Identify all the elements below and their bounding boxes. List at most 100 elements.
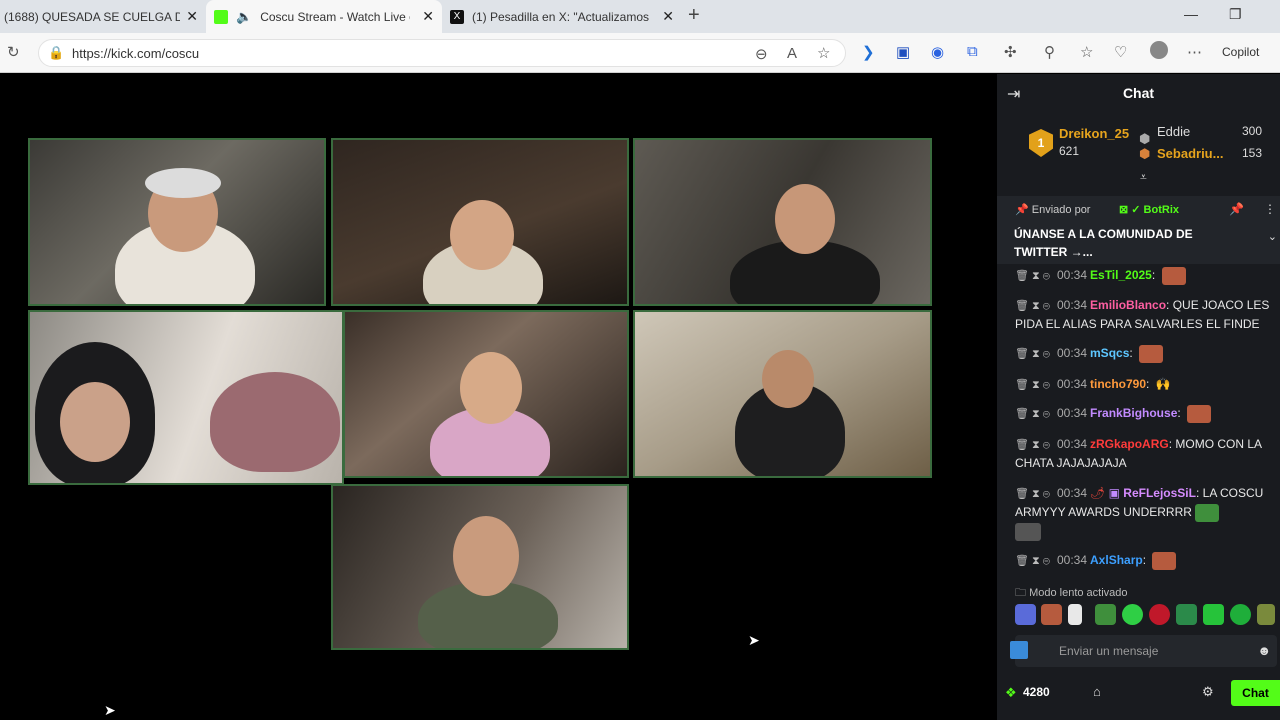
chat-message: 🗑 ⧗ ⊜ 00:34 tincho790: 🙌 <box>1015 377 1171 391</box>
tab-title: Coscu Stream - Watch Live o <box>260 9 411 24</box>
extension-icon[interactable]: ⧉ <box>967 43 978 60</box>
puzzle-icon[interactable]: ✣ <box>1004 43 1017 61</box>
url-box[interactable]: 🔒 https://kick.com/coscu ⊖ A ☆ <box>38 39 846 67</box>
more-icon[interactable]: ⋮ <box>1264 202 1276 216</box>
camera-feed <box>633 138 932 306</box>
badge-icon: 🌶 <box>1090 486 1106 500</box>
emote-icon[interactable] <box>1095 604 1116 625</box>
mod-actions-icon[interactable]: 🗑 ⧗ ⊜ <box>1015 439 1050 451</box>
close-icon[interactable]: ✕ <box>422 8 434 25</box>
chat-message: 🗑 ⧗ ⊜ 00:34 FrankBighouse: <box>1015 404 1280 423</box>
extension-icon[interactable]: ▣ <box>896 43 910 61</box>
favorites-icon[interactable]: ☆ <box>1080 43 1093 61</box>
tab-youtube[interactable]: (1688) QUESADA SE CUELGA DE M ✕ <box>0 0 206 33</box>
emote-icon <box>1161 266 1186 285</box>
emote-icon[interactable] <box>1068 604 1082 625</box>
gifter-name[interactable]: Eddie <box>1157 124 1190 139</box>
emote-icon[interactable] <box>1015 604 1036 625</box>
extension-icon[interactable]: ❯ <box>862 43 875 61</box>
lock-icon[interactable]: 🔒 <box>48 45 64 61</box>
mod-actions-icon[interactable]: 🗑 ⧗ ⊜ <box>1015 488 1050 500</box>
camera-feed <box>343 310 629 478</box>
address-bar: ↻ 🔒 https://kick.com/coscu ⊖ A ☆ ❯ ▣ ◉ ⧉… <box>0 33 1280 73</box>
chat-message: 🗑 ⧗ ⊜ 00:34 EmilioBlanco: QUE JOACO LES PI… <box>1015 298 1270 331</box>
gifter-count: 300 <box>1242 124 1263 138</box>
chat-message: 🗑 ⧗ ⊜ 00:34 AxlSharp: <box>1015 551 1280 570</box>
emoji-picker-icon[interactable]: ☻ <box>1257 643 1271 658</box>
expand-icon[interactable]: ⩡ <box>1140 170 1147 185</box>
favorite-star-icon[interactable]: ☆ <box>817 44 830 62</box>
video-player[interactable]: ➤ ➤ <box>0 74 997 720</box>
camera-feed <box>28 310 344 485</box>
mod-actions-icon[interactable]: 🗑 ⧗ ⊜ <box>1015 348 1050 360</box>
restore-icon[interactable]: ❐ <box>1229 6 1242 23</box>
bronze-badge-icon: ⬢ <box>1139 146 1151 161</box>
minimize-icon[interactable]: — <box>1184 6 1198 22</box>
camera-feed <box>633 310 932 478</box>
points-icon[interactable]: ❖ <box>1005 685 1017 701</box>
pinned-sent-by: 📌 Enviado por <box>1015 204 1091 216</box>
emote-icon[interactable] <box>1203 604 1224 625</box>
mod-actions-icon[interactable]: 🗑 ⧗ ⊜ <box>1015 408 1050 420</box>
gifter-count: 621 <box>1059 144 1080 158</box>
chat-footer: ❖ 4280 ⌂ ⚙ Chat <box>997 677 1280 711</box>
chat-input-box: ☻ <box>1015 635 1277 667</box>
chat-header: ⇥ Chat <box>997 74 1280 112</box>
more-icon[interactable]: ⋯ <box>1187 43 1202 61</box>
copilot-button[interactable]: Copilot <box>1222 45 1259 59</box>
tab-title: (1) Pesadilla en X: "Actualizamos <box>472 9 650 24</box>
store-icon[interactable]: ⌂ <box>1093 684 1101 699</box>
read-aloud-icon[interactable]: A <box>787 45 797 62</box>
mod-actions-icon[interactable]: 🗑 ⧗ ⊜ <box>1015 379 1050 391</box>
camera-feed <box>331 138 629 306</box>
refresh-icon[interactable]: ↻ <box>7 43 20 61</box>
close-icon[interactable]: ✕ <box>186 8 198 25</box>
chat-input[interactable] <box>1059 635 1249 667</box>
emote-icon[interactable] <box>1122 604 1143 625</box>
chat-message: 🗑 ⧗ ⊜ 00:34 mSqcs: <box>1015 344 1280 363</box>
tab-bar: (1688) QUESADA SE CUELGA DE M ✕ 🔈 Coscu … <box>0 0 1280 33</box>
pinned-text: ÚNANSE A LA COMUNIDAD DE TWITTER →... <box>1014 227 1193 259</box>
silver-badge-icon: ⬢ <box>1139 131 1151 146</box>
extension-icon[interactable]: ◉ <box>931 43 944 61</box>
emote-icon[interactable] <box>1176 604 1197 625</box>
mouse-cursor-icon: ➤ <box>748 632 760 648</box>
settings-gear-icon[interactable]: ⚙ <box>1202 684 1214 700</box>
gifter-name[interactable]: Dreikon_25 <box>1059 126 1129 141</box>
gifter-rank-badge: 1 <box>1029 129 1053 157</box>
chat-messages: 🗑 ⧗ ⊜ 00:34 EsTil_2025: 🗑 ⧗ ⊜ 00:34 EmilioBl… <box>997 264 1280 594</box>
tab-title: (1688) QUESADA SE CUELGA DE M <box>4 9 180 24</box>
emote-icon <box>1194 503 1219 522</box>
send-chat-button[interactable]: Chat <box>1231 680 1280 706</box>
chevron-down-icon[interactable]: ⌄ <box>1268 230 1277 243</box>
close-icon[interactable]: ✕ <box>662 8 674 25</box>
tab-x[interactable]: X (1) Pesadilla en X: "Actualizamos ✕ <box>442 0 682 33</box>
new-tab-button[interactable]: + <box>688 4 700 27</box>
pinned-user[interactable]: ⊠ ✓ BotRix <box>1119 203 1179 216</box>
slow-mode-notice: 🗀 Modo lento activado <box>1015 587 1128 599</box>
gifter-name[interactable]: Sebadriu... <box>1157 146 1223 161</box>
x-favicon-icon: X <box>450 9 464 24</box>
emote-icon[interactable] <box>1149 604 1170 625</box>
camera-feed <box>28 138 326 306</box>
mod-actions-icon[interactable]: 🗑 ⧗ ⊜ <box>1015 270 1050 282</box>
speaker-icon[interactable]: 🔈 <box>236 9 252 25</box>
url-text[interactable]: https://kick.com/coscu <box>72 46 199 61</box>
emote-icon <box>1187 404 1212 423</box>
mod-actions-icon[interactable]: 🗑 ⧗ ⊜ <box>1015 555 1050 567</box>
chat-message: 🗑 ⧗ ⊜ 00:34 EsTil_2025: <box>1015 266 1280 285</box>
points-balance[interactable]: 4280 <box>1023 685 1050 699</box>
emote-icon[interactable] <box>1230 604 1251 625</box>
health-icon[interactable]: ♡ <box>1114 43 1127 61</box>
emote-icon <box>1015 522 1041 541</box>
profile-avatar[interactable] <box>1150 41 1168 59</box>
emote-icon <box>1139 344 1164 363</box>
emote-icon[interactable] <box>1041 604 1062 625</box>
mod-actions-icon[interactable]: 🗑 ⧗ ⊜ <box>1015 300 1050 312</box>
split-icon[interactable]: ⚲ <box>1044 43 1055 61</box>
emote-icon[interactable] <box>1257 604 1275 625</box>
tab-kick-coscu[interactable]: 🔈 Coscu Stream - Watch Live o ✕ <box>206 0 442 33</box>
zoom-icon[interactable]: ⊖ <box>755 45 768 63</box>
chat-panel: ⇥ Chat 1 Dreikon_25 621 ⬢ Eddie 300 ⬢ Se… <box>997 74 1280 720</box>
pin-icon[interactable]: 📌 <box>1229 202 1244 216</box>
